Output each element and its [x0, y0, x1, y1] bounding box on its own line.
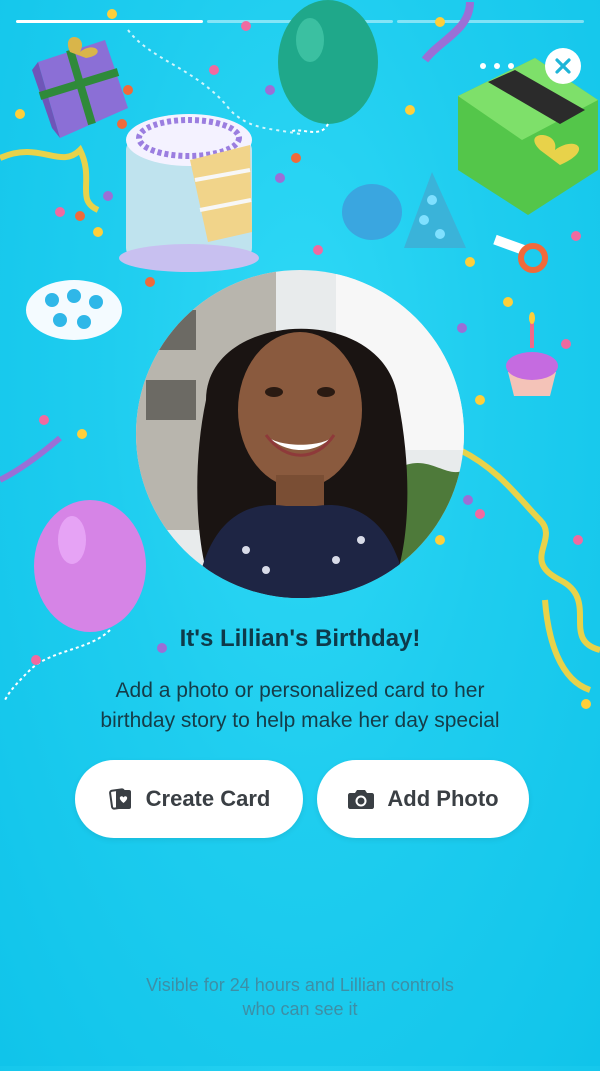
create-card-button[interactable]: Create Card: [75, 760, 303, 838]
gift-box-icon: [458, 58, 598, 215]
close-button[interactable]: [545, 48, 581, 84]
party-cup-icon: [342, 184, 402, 240]
visibility-note: Visible for 24 hours and Lillian control…: [100, 973, 500, 1021]
card-heart-icon: [108, 788, 131, 810]
close-icon: [555, 58, 571, 74]
cake-icon: [119, 114, 259, 272]
more-options-icon: [480, 63, 486, 69]
add-photo-label: Add Photo: [387, 786, 499, 811]
balloon-icon: [4, 500, 146, 701]
more-options-button[interactable]: [480, 56, 514, 76]
party-hat-icon: [404, 172, 466, 248]
add-photo-button[interactable]: Add Photo: [317, 760, 529, 838]
subtitle-line: Add a photo or personalized card to her: [115, 679, 485, 702]
visibility-note-line: who can see it: [242, 999, 358, 1019]
create-card-label: Create Card: [145, 786, 271, 811]
camera-icon: [348, 790, 375, 809]
balloon-icon: [278, 0, 378, 133]
plate-icon: [26, 280, 122, 340]
avatar-image: [136, 270, 464, 598]
gift-box-icon: [32, 36, 128, 138]
cupcake-icon: [506, 312, 558, 396]
noisemaker-icon: [493, 234, 548, 273]
subtitle-line: birthday story to help make her day spec…: [100, 709, 500, 732]
birthday-title: It's Lillian's Birthday!: [179, 625, 421, 652]
birthday-subtitle: Add a photo or personalized card to her …: [40, 676, 560, 736]
profile-photo: [136, 270, 464, 598]
visibility-note-line: Visible for 24 hours and Lillian control…: [146, 975, 454, 995]
